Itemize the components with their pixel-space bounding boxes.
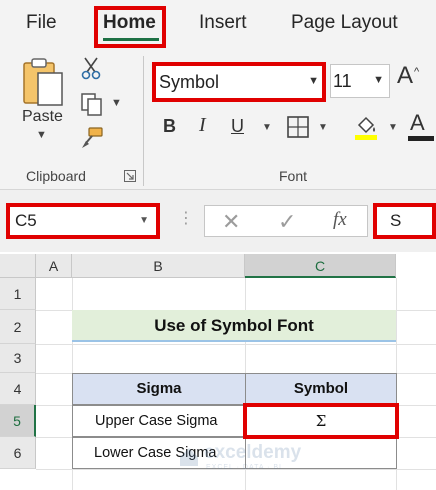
select-all-corner[interactable]: [0, 254, 36, 278]
format-painter-icon[interactable]: [80, 126, 104, 150]
ribbon-tab-bar: File Home Insert Page Layout: [0, 0, 436, 48]
row-header-5[interactable]: 5: [0, 405, 36, 437]
column-header-a[interactable]: A: [36, 254, 72, 278]
column-header-b[interactable]: B: [72, 254, 245, 278]
row-header-3[interactable]: 3: [0, 344, 36, 373]
watermark-icon: [180, 448, 198, 466]
column-header-c[interactable]: C: [245, 254, 396, 278]
copy-icon[interactable]: [80, 92, 104, 116]
font-group-label: Font: [279, 168, 308, 184]
grow-font-caret-icon: ^: [414, 66, 420, 78]
sheet-title-cell[interactable]: Use of Symbol Font: [72, 310, 396, 342]
fill-color-icon[interactable]: [354, 113, 378, 141]
font-size-dropdown[interactable]: 11 ▼: [330, 64, 390, 98]
table-header-sigma[interactable]: Sigma: [72, 373, 246, 405]
row-header-6[interactable]: 6: [0, 437, 36, 469]
chevron-down-icon[interactable]: ▼: [36, 129, 47, 141]
clipboard-group-label: Clipboard: [26, 168, 86, 184]
formula-highlight: [373, 203, 436, 239]
insert-function-icon[interactable]: fx: [333, 209, 347, 231]
watermark-tagline: EXCEL · DATA · BI: [206, 464, 282, 471]
grow-font-icon[interactable]: A: [397, 62, 413, 90]
row-header-1[interactable]: 1: [0, 278, 36, 310]
watermark-logo: exceldemy EXCEL · DATA · BI: [178, 442, 302, 478]
row-header-2[interactable]: 2: [0, 310, 36, 344]
name-box-highlight: [6, 203, 160, 239]
cell-b5[interactable]: Upper Case Sigma: [72, 405, 246, 437]
cancel-icon[interactable]: ✕: [222, 209, 240, 235]
underline-icon[interactable]: U: [231, 116, 244, 137]
chevron-down-icon[interactable]: ▼: [111, 97, 122, 109]
chevron-down-icon[interactable]: ▼: [262, 122, 272, 133]
dialog-launcher-icon[interactable]: [124, 170, 136, 182]
table-header-symbol[interactable]: Symbol: [245, 373, 397, 405]
italic-icon[interactable]: I: [199, 114, 206, 137]
watermark-name: exceldemy: [204, 442, 302, 463]
bold-icon[interactable]: B: [163, 116, 176, 137]
chevron-down-icon[interactable]: ▼: [373, 74, 384, 86]
row-header-4[interactable]: 4: [0, 373, 36, 405]
paste-label[interactable]: Paste: [22, 108, 63, 126]
font-color-bar: [408, 136, 434, 141]
font-color-icon[interactable]: A: [410, 110, 425, 136]
paste-icon[interactable]: [22, 57, 66, 107]
tab-file[interactable]: File: [26, 12, 57, 34]
font-name-highlight: [152, 62, 326, 102]
chevron-down-icon[interactable]: ▼: [318, 122, 328, 133]
tab-page-layout[interactable]: Page Layout: [291, 12, 398, 34]
gridline: [36, 344, 436, 345]
chevron-down-icon[interactable]: ▼: [388, 122, 398, 133]
cut-icon[interactable]: [80, 56, 102, 80]
font-size-value: 11: [333, 71, 352, 91]
group-separator: [143, 56, 144, 186]
formula-bar-grip-icon[interactable]: ⋮: [178, 208, 194, 228]
selected-cell-highlight: [243, 403, 399, 439]
home-tab-highlight: [94, 6, 166, 48]
enter-check-icon[interactable]: ✓: [278, 209, 296, 235]
tab-insert[interactable]: Insert: [199, 12, 247, 34]
borders-icon[interactable]: [287, 116, 309, 138]
